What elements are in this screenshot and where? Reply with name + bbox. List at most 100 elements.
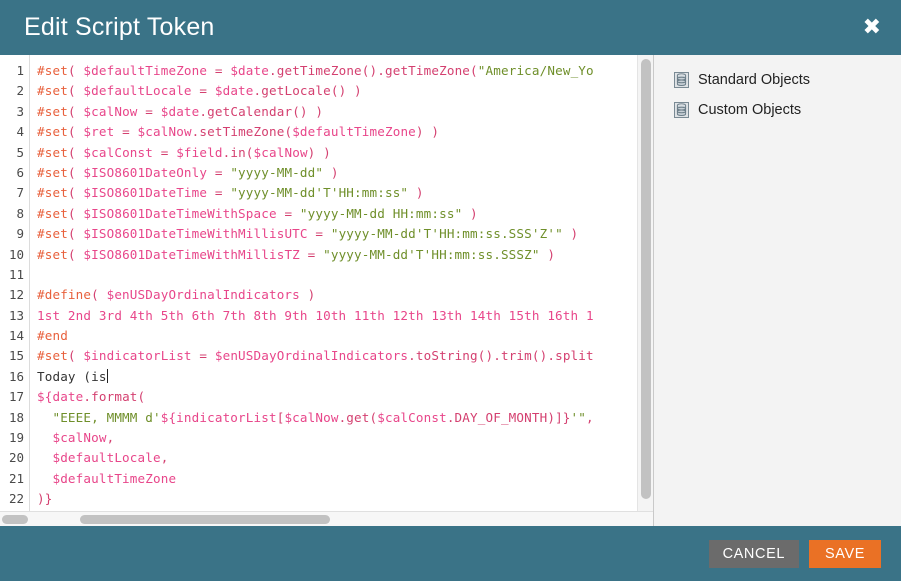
code-line[interactable]: #end xyxy=(37,326,653,346)
code-line[interactable]: #set( $ISO8601DateTimeWithSpace = "yyyy-… xyxy=(37,204,653,224)
code-line[interactable]: #set( $calNow = $date.getCalendar() ) xyxy=(37,102,653,122)
code-line[interactable]: #set( $ISO8601DateOnly = "yyyy-MM-dd" ) xyxy=(37,163,653,183)
code-line[interactable]: $defaultLocale, xyxy=(37,448,653,468)
code-token: = xyxy=(307,226,331,242)
line-number-gutter: 1 2 3 4 5 6 7 8 9 10 11 12 13 14 15 16 17 18 19 20 21 22 xyxy=(0,55,30,511)
code-token: , xyxy=(106,430,115,446)
close-icon[interactable]: ✖ xyxy=(863,16,881,39)
line-number: 15 xyxy=(8,348,24,364)
code-line[interactable]: $calNow, xyxy=(37,428,653,448)
code-line[interactable]: )} xyxy=(37,489,653,509)
code-token: $indicatorList xyxy=(83,348,192,364)
code-token: #set xyxy=(37,246,68,262)
code-line[interactable]: #set( $defaultLocale = $date.getLocale()… xyxy=(37,81,653,101)
code-token: ) ) xyxy=(415,124,440,140)
code-token: .getTimeZone().getTimeZone( xyxy=(269,63,478,78)
line-number: 14 xyxy=(8,328,24,344)
line-number: 8 xyxy=(16,205,24,221)
editor-vertical-scroll-thumb[interactable] xyxy=(641,59,651,499)
code-token: = xyxy=(114,124,138,140)
code-line[interactable] xyxy=(37,265,653,285)
code-token: ${indicatorList xyxy=(160,409,277,425)
code-token: ( xyxy=(67,103,84,119)
code-token: $date xyxy=(214,83,254,99)
code-token: , xyxy=(160,450,169,466)
editor-horizontal-scrollbars[interactable] xyxy=(0,511,653,526)
code-token: ) xyxy=(299,287,316,303)
code-token: $calNow xyxy=(253,144,308,160)
code-token: ( xyxy=(67,226,84,242)
sidebar-item-custom-objects[interactable]: Custom Objects xyxy=(654,95,901,125)
save-button[interactable]: SAVE xyxy=(809,539,881,568)
code-line[interactable]: #set( $defaultTimeZone = $date.getTimeZo… xyxy=(37,61,653,81)
code-line[interactable]: ${date.format( xyxy=(37,387,653,407)
code-scroll-thumb[interactable] xyxy=(80,515,330,524)
code-editor[interactable]: 1 2 3 4 5 6 7 8 9 10 11 12 13 14 15 16 17 18 19 20 21 22 #set… xyxy=(0,55,653,511)
line-number: 17 xyxy=(8,389,24,405)
code-horizontal-scrollbar[interactable] xyxy=(30,512,653,526)
code-line[interactable]: #set( $ISO8601DateTimeWithMillisUTC = "y… xyxy=(37,224,653,244)
line-number: 9 xyxy=(16,226,24,242)
code-line[interactable]: #set( $indicatorList = $enUSDayOrdinalIn… xyxy=(37,346,653,366)
code-token: $calConst xyxy=(377,409,447,425)
code-line[interactable]: "EEEE, MMMM d'${indicatorList[$calNow.ge… xyxy=(37,408,653,428)
text-cursor xyxy=(106,368,108,383)
code-token: $defaultTimeZone xyxy=(292,124,416,140)
code-token: = xyxy=(207,164,231,180)
code-line[interactable]: $defaultTimeZone xyxy=(37,469,653,489)
code-token: = xyxy=(207,185,231,201)
code-token: ( xyxy=(67,164,84,180)
code-token: = xyxy=(191,83,215,99)
code-token: "America/New_Yo xyxy=(477,63,594,78)
code-token: $defaultLocale xyxy=(83,83,192,99)
code-token: $enUSDayOrdinalIndicators xyxy=(214,348,409,364)
code-line[interactable]: 1st 2nd 3rd 4th 5th 6th 7th 8th 9th 10th… xyxy=(37,306,653,326)
code-token: .setTimeZone( xyxy=(191,124,293,140)
code-token: .getCalendar() ) xyxy=(199,103,324,119)
code-token: $enUSDayOrdinalIndicators xyxy=(106,287,300,303)
dialog-footer: CANCEL SAVE xyxy=(0,526,901,581)
database-icon xyxy=(674,72,689,88)
database-icon xyxy=(674,102,689,118)
line-number: 18 xyxy=(8,409,24,425)
code-token: ) ) xyxy=(307,144,331,160)
code-token: $date xyxy=(160,103,200,119)
gutter-horizontal-scrollbar[interactable] xyxy=(0,512,30,526)
code-line[interactable]: #set( $ISO8601DateTimeWithMillisTZ = "yy… xyxy=(37,245,653,265)
code-token: #set xyxy=(37,63,68,78)
code-token: #set xyxy=(37,164,68,180)
dialog-titlebar: Edit Script Token ✖ xyxy=(0,0,901,55)
dialog-body: 1 2 3 4 5 6 7 8 9 10 11 12 13 14 15 16 17 18 19 20 21 22 #set… xyxy=(0,55,901,526)
gutter-scroll-thumb[interactable] xyxy=(2,515,28,524)
line-number: 3 xyxy=(16,103,24,119)
editor-vertical-scrollbar[interactable] xyxy=(637,55,653,511)
code-line[interactable]: #set( $calConst = $field.in($calNow) ) xyxy=(37,143,653,163)
code-token: #set xyxy=(37,103,68,119)
cancel-button[interactable]: CANCEL xyxy=(708,539,799,568)
line-number: 20 xyxy=(8,450,24,466)
code-token: ( xyxy=(67,124,84,140)
code-token: $date xyxy=(230,63,269,78)
code-token: $ISO8601DateOnly xyxy=(83,164,208,180)
code-token: ( xyxy=(67,63,84,78)
line-number: 4 xyxy=(16,124,24,140)
sidebar-item-standard-objects[interactable]: Standard Objects xyxy=(654,65,901,95)
code-token: = xyxy=(153,144,177,160)
line-number: 1 xyxy=(16,63,24,78)
code-token: ) xyxy=(562,226,579,242)
code-token: = xyxy=(137,103,161,119)
code-token: ( xyxy=(67,348,84,364)
code-line[interactable]: Today (is xyxy=(37,367,653,387)
code-token: $ISO8601DateTimeWithSpace xyxy=(83,205,277,221)
code-line[interactable]: #set( $ISO8601DateTime = "yyyy-MM-dd'T'H… xyxy=(37,183,653,203)
code-content[interactable]: #set( $defaultTimeZone = $date.getTimeZo… xyxy=(30,55,653,511)
line-number: 11 xyxy=(8,266,24,282)
code-line[interactable]: #set( $ret = $calNow.setTimeZone($defaul… xyxy=(37,122,653,142)
objects-sidebar: Standard Objects Custom Objects xyxy=(654,55,901,526)
code-line[interactable]: #define( $enUSDayOrdinalIndicators ) xyxy=(37,285,653,305)
code-token: Today (is xyxy=(37,368,107,384)
line-number: 2 xyxy=(16,83,24,99)
